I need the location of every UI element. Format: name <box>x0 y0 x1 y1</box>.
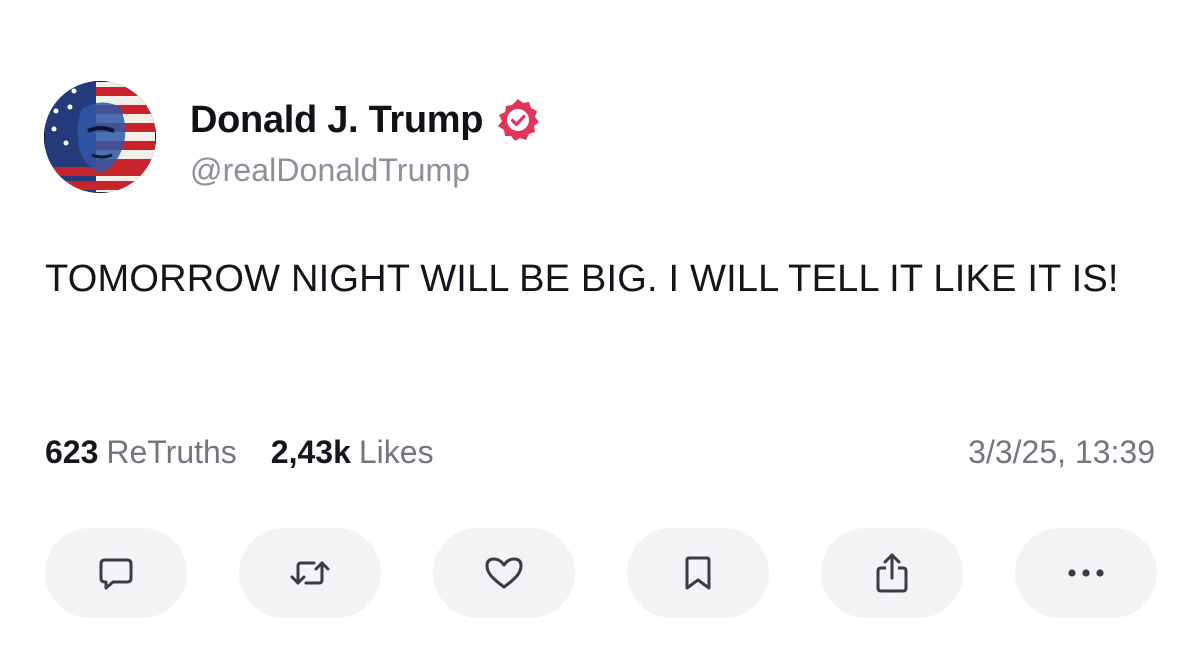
post-text: TOMORROW NIGHT WILL BE BIG. I WILL TELL … <box>45 258 1119 300</box>
like-button[interactable] <box>433 528 575 618</box>
retruth-button[interactable] <box>239 528 381 618</box>
repost-icon <box>290 561 330 585</box>
share-icon <box>876 553 908 593</box>
heart-icon <box>485 557 523 589</box>
more-icon <box>1068 569 1104 577</box>
action-bar <box>45 528 1157 618</box>
bookmark-icon <box>685 556 711 590</box>
bookmark-button[interactable] <box>627 528 769 618</box>
post-stats: 623 ReTruths 2,43k Likes <box>45 430 468 474</box>
likes-stat[interactable]: 2,43k Likes <box>271 434 434 471</box>
likes-label: Likes <box>358 433 434 470</box>
post-timestamp: 3/3/25, 13:39 <box>968 434 1155 470</box>
truth-post: Donald J. Trump @realDonaldTrump TOMORRO… <box>0 0 1200 668</box>
retruths-count: 623 <box>45 433 99 470</box>
more-options-button[interactable] <box>1015 528 1157 618</box>
author-display-name[interactable]: Donald J. Trump <box>190 99 484 142</box>
verified-badge-icon <box>495 97 541 143</box>
share-button[interactable] <box>821 528 963 618</box>
author-avatar[interactable] <box>44 81 156 193</box>
comment-icon <box>99 558 133 590</box>
author-handle[interactable]: @realDonaldTrump <box>190 152 470 189</box>
likes-count: 2,43k <box>270 433 351 470</box>
avatar-flag-portrait-icon <box>44 81 156 193</box>
author-name-row: Donald J. Trump <box>190 94 541 146</box>
retruths-stat[interactable]: 623 ReTruths <box>45 434 237 471</box>
retruths-label: ReTruths <box>106 433 237 470</box>
reply-button[interactable] <box>45 528 187 618</box>
